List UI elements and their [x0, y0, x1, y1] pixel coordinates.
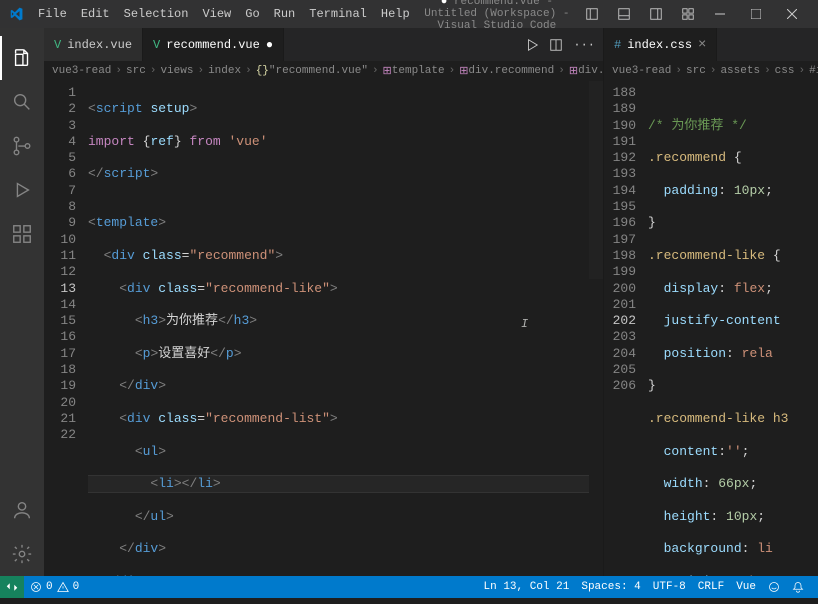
editor-pane-right: #index.css× ··· vue3-read› src› assets› …	[604, 28, 818, 576]
editor-area: Vindex.vue Vrecommend.vue● ··· vue3-read…	[44, 28, 818, 576]
tab-label: index.vue	[67, 38, 132, 52]
remote-indicator[interactable]	[0, 576, 24, 598]
extensions-icon[interactable]	[0, 212, 44, 256]
breadcrumbs-left[interactable]: vue3-read› src› views› index› {} "recomm…	[44, 61, 603, 81]
text-cursor-icon	[524, 318, 526, 334]
tab-recommend-vue[interactable]: Vrecommend.vue●	[143, 28, 284, 61]
close-button[interactable]	[774, 0, 810, 28]
editor-pane-left: Vindex.vue Vrecommend.vue● ··· vue3-read…	[44, 28, 604, 576]
tab-label: index.css	[627, 38, 692, 52]
cursor-position[interactable]: Ln 13, Col 21	[478, 576, 576, 598]
search-icon[interactable]	[0, 80, 44, 124]
settings-gear-icon[interactable]	[0, 532, 44, 576]
feedback-icon[interactable]	[762, 576, 786, 598]
indentation[interactable]: Spaces: 4	[575, 576, 646, 598]
tab-index-vue[interactable]: Vindex.vue	[44, 28, 143, 61]
menu-edit[interactable]: Edit	[75, 3, 116, 25]
minimap[interactable]	[589, 81, 603, 576]
menu-view[interactable]: View	[196, 3, 237, 25]
tabs-left: Vindex.vue Vrecommend.vue● ···	[44, 28, 603, 61]
line-numbers: 1881891901911921931941951961971981992002…	[604, 81, 648, 576]
activitybar	[0, 28, 44, 576]
run-debug-icon[interactable]	[0, 168, 44, 212]
vscode-logo-icon	[8, 6, 24, 22]
menu-help[interactable]: Help	[375, 3, 416, 25]
language-mode[interactable]: Vue	[730, 576, 762, 598]
breadcrumbs-right[interactable]: vue3-read› src› assets› css› # index.css…	[604, 61, 818, 81]
eol[interactable]: CRLF	[692, 576, 730, 598]
statusbar: 0 0 Ln 13, Col 21 Spaces: 4 UTF-8 CRLF V…	[0, 576, 818, 598]
problems-indicator[interactable]: 0 0	[24, 576, 85, 598]
modified-dot-icon: ●	[266, 38, 273, 52]
layout-grid-icon[interactable]	[674, 3, 702, 25]
run-icon[interactable]	[525, 38, 539, 52]
line-numbers: 12345678910111213141516171819202122	[44, 81, 88, 576]
layout-right-icon[interactable]	[642, 3, 670, 25]
close-icon[interactable]: ×	[698, 37, 706, 53]
account-icon[interactable]	[0, 488, 44, 532]
explorer-icon[interactable]	[0, 36, 44, 80]
menu-file[interactable]: File	[32, 3, 73, 25]
menu-run[interactable]: Run	[268, 3, 302, 25]
tabs-right: #index.css× ···	[604, 28, 818, 61]
code-lines[interactable]: <script setup> import {ref} from 'vue' <…	[88, 81, 589, 576]
titlebar: File Edit Selection View Go Run Terminal…	[0, 0, 818, 28]
code-editor-right[interactable]: 1881891901911921931941951961971981992002…	[604, 81, 818, 576]
maximize-button[interactable]	[738, 0, 774, 28]
code-editor-left[interactable]: 12345678910111213141516171819202122 <scr…	[44, 81, 603, 576]
menu-terminal[interactable]: Terminal	[303, 3, 373, 25]
minimize-button[interactable]	[702, 0, 738, 28]
tab-label: recommend.vue	[166, 38, 260, 52]
code-lines[interactable]: /* 为你推荐 */ .recommend { padding: 10px; }…	[648, 81, 818, 576]
menu-go[interactable]: Go	[239, 3, 265, 25]
layout-bottom-icon[interactable]	[610, 3, 638, 25]
split-icon[interactable]	[549, 38, 563, 52]
tab-index-css[interactable]: #index.css×	[604, 28, 717, 61]
menubar: File Edit Selection View Go Run Terminal…	[32, 3, 416, 25]
notifications-icon[interactable]	[786, 576, 810, 598]
main: Vindex.vue Vrecommend.vue● ··· vue3-read…	[0, 28, 818, 576]
more-icon[interactable]: ···	[573, 38, 595, 52]
layout-left-icon[interactable]	[578, 3, 606, 25]
menu-selection[interactable]: Selection	[118, 3, 195, 25]
encoding[interactable]: UTF-8	[647, 576, 692, 598]
source-control-icon[interactable]	[0, 124, 44, 168]
